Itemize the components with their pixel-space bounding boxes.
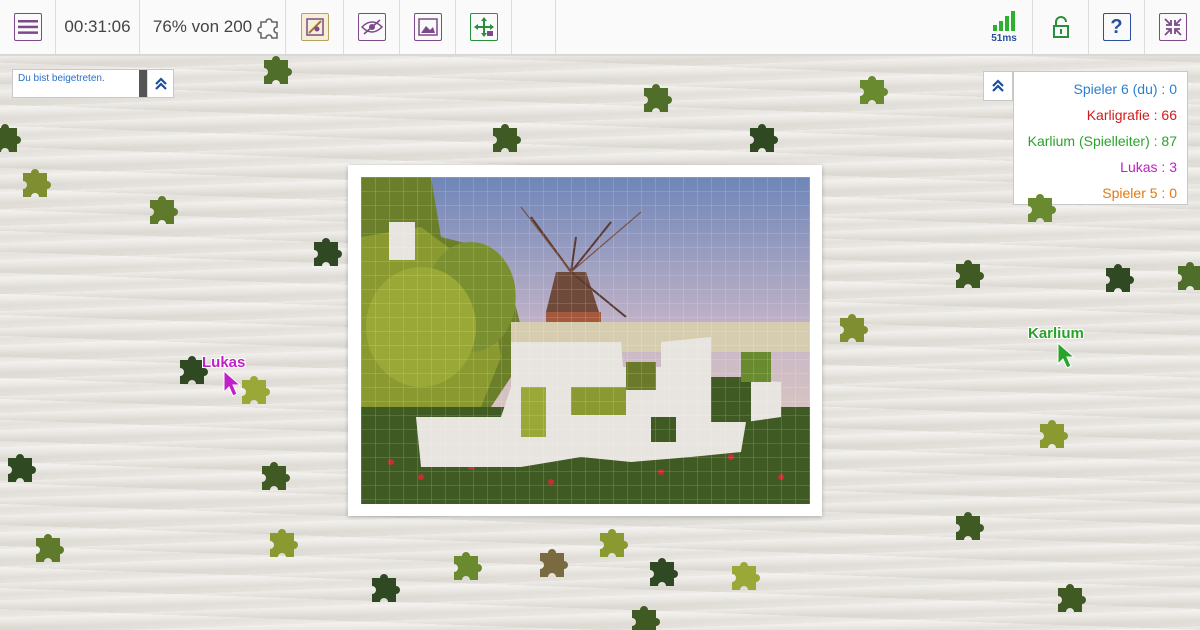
ping-text: 51ms <box>991 33 1017 44</box>
double-chevron-up-icon <box>154 76 167 90</box>
fullscreen-exit-button[interactable] <box>1144 0 1200 54</box>
signal-icon <box>993 11 1015 31</box>
hide-preview-icon <box>357 13 386 41</box>
image-preview-button[interactable] <box>400 0 456 54</box>
scores-collapse-button[interactable] <box>983 71 1013 101</box>
connection-status: 51ms <box>976 0 1032 54</box>
puzzle-image <box>361 177 810 504</box>
score-row: Lukas : 3 <box>1120 159 1177 175</box>
cursor-arrow-icon <box>1057 342 1076 369</box>
toolbar: 00:31:06 76% von 200 51ms ? <box>0 0 1200 56</box>
puzzle-piece-icon <box>257 18 278 39</box>
move-lock-icon <box>469 13 498 41</box>
menu-button[interactable] <box>0 0 56 54</box>
cursor-label-karlium: Karlium <box>1028 325 1084 342</box>
cursor-arrow-icon <box>223 370 242 397</box>
edge-pieces-button[interactable] <box>286 0 344 54</box>
timer-text: 00:31:06 <box>64 17 131 36</box>
score-row: Karlium (Spielleiter) : 87 <box>1027 133 1177 149</box>
score-row: Karligrafie : 66 <box>1086 107 1177 123</box>
cursor-label-lukas: Lukas <box>202 354 246 371</box>
image-preview-icon <box>413 13 442 41</box>
chat-box[interactable]: Du bist beigetreten. <box>12 69 174 98</box>
puzzle-board[interactable] <box>361 177 810 504</box>
scoreboard: Spieler 6 (du) : 0 Karligrafie : 66 Karl… <box>1013 71 1188 205</box>
help-button[interactable]: ? <box>1088 0 1144 54</box>
lock-button[interactable] <box>1032 0 1088 54</box>
edge-pieces-icon <box>300 13 329 41</box>
hamburger-menu-icon <box>13 13 42 41</box>
fullscreen-exit-icon <box>1158 13 1187 41</box>
hide-preview-button[interactable] <box>344 0 400 54</box>
lock-icon <box>1052 16 1069 38</box>
toolbar-right: 51ms ? <box>976 0 1200 54</box>
double-chevron-up-icon <box>992 79 1004 92</box>
chat-message: Du bist beigetreten. <box>18 73 105 84</box>
chat-collapse-button[interactable] <box>147 70 173 97</box>
toolbar-spacer <box>512 0 556 54</box>
chat-scrollbar[interactable] <box>139 70 147 97</box>
progress-text: 76% von 200 <box>152 17 253 36</box>
score-row: Spieler 5 : 0 <box>1102 185 1177 201</box>
move-lock-button[interactable] <box>456 0 512 54</box>
score-row: Spieler 6 (du) : 0 <box>1073 81 1178 97</box>
progress: 76% von 200 <box>140 0 286 54</box>
help-icon: ? <box>1102 13 1131 41</box>
timer: 00:31:06 <box>56 0 140 54</box>
